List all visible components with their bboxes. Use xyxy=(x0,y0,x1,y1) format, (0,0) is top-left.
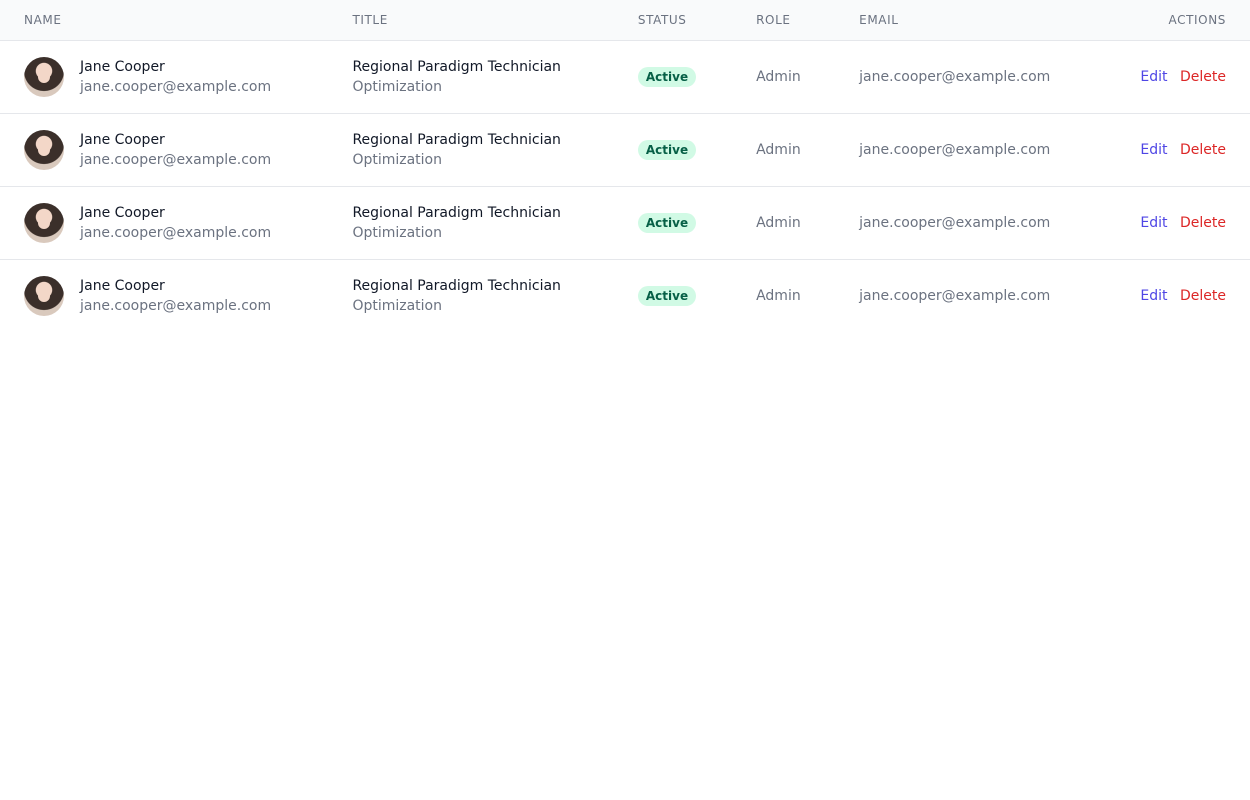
user-email: jane.cooper@example.com xyxy=(859,288,1050,304)
status-badge: Active xyxy=(638,286,696,306)
user-name: Jane Cooper xyxy=(80,57,271,77)
table-row: Jane Cooper jane.cooper@example.com Regi… xyxy=(0,114,1250,187)
status-badge: Active xyxy=(638,67,696,87)
user-title: Regional Paradigm Technician xyxy=(352,203,589,223)
table-row: Jane Cooper jane.cooper@example.com Regi… xyxy=(0,187,1250,260)
table-body: Jane Cooper jane.cooper@example.com Regi… xyxy=(0,41,1250,333)
user-name-sub: jane.cooper@example.com xyxy=(80,77,271,97)
user-title-sub: Optimization xyxy=(352,77,589,97)
user-name: Jane Cooper xyxy=(80,276,271,296)
col-header-email: Email xyxy=(835,0,1101,41)
user-role: Admin xyxy=(756,69,801,85)
edit-button[interactable]: Edit xyxy=(1140,142,1167,158)
table-row: Jane Cooper jane.cooper@example.com Regi… xyxy=(0,260,1250,333)
user-name-sub: jane.cooper@example.com xyxy=(80,296,271,316)
delete-button[interactable]: Delete xyxy=(1180,288,1226,304)
user-title-sub: Optimization xyxy=(352,150,589,170)
user-name-sub: jane.cooper@example.com xyxy=(80,150,271,170)
user-title: Regional Paradigm Technician xyxy=(352,276,589,296)
avatar xyxy=(24,57,64,97)
user-title-sub: Optimization xyxy=(352,296,589,316)
user-name-sub: jane.cooper@example.com xyxy=(80,223,271,243)
user-title-sub: Optimization xyxy=(352,223,589,243)
col-header-name: Name xyxy=(0,0,328,41)
avatar xyxy=(24,276,64,316)
col-header-status: Status xyxy=(614,0,732,41)
table-row: Jane Cooper jane.cooper@example.com Regi… xyxy=(0,41,1250,114)
user-title: Regional Paradigm Technician xyxy=(352,57,589,77)
col-header-title: Title xyxy=(328,0,613,41)
table-header: Name Title Status Role Email Actions xyxy=(0,0,1250,41)
avatar xyxy=(24,203,64,243)
user-role: Admin xyxy=(756,215,801,231)
edit-button[interactable]: Edit xyxy=(1140,215,1167,231)
status-badge: Active xyxy=(638,213,696,233)
user-email: jane.cooper@example.com xyxy=(859,142,1050,158)
delete-button[interactable]: Delete xyxy=(1180,69,1226,85)
user-title: Regional Paradigm Technician xyxy=(352,130,589,150)
col-header-actions: Actions xyxy=(1101,0,1250,41)
avatar xyxy=(24,130,64,170)
user-role: Admin xyxy=(756,288,801,304)
user-name: Jane Cooper xyxy=(80,203,271,223)
user-role: Admin xyxy=(756,142,801,158)
delete-button[interactable]: Delete xyxy=(1180,142,1226,158)
delete-button[interactable]: Delete xyxy=(1180,215,1226,231)
user-email: jane.cooper@example.com xyxy=(859,69,1050,85)
user-name: Jane Cooper xyxy=(80,130,271,150)
col-header-role: Role xyxy=(732,0,835,41)
user-email: jane.cooper@example.com xyxy=(859,215,1050,231)
edit-button[interactable]: Edit xyxy=(1140,288,1167,304)
edit-button[interactable]: Edit xyxy=(1140,69,1167,85)
status-badge: Active xyxy=(638,140,696,160)
users-table: Name Title Status Role Email Actions Jan… xyxy=(0,0,1250,332)
